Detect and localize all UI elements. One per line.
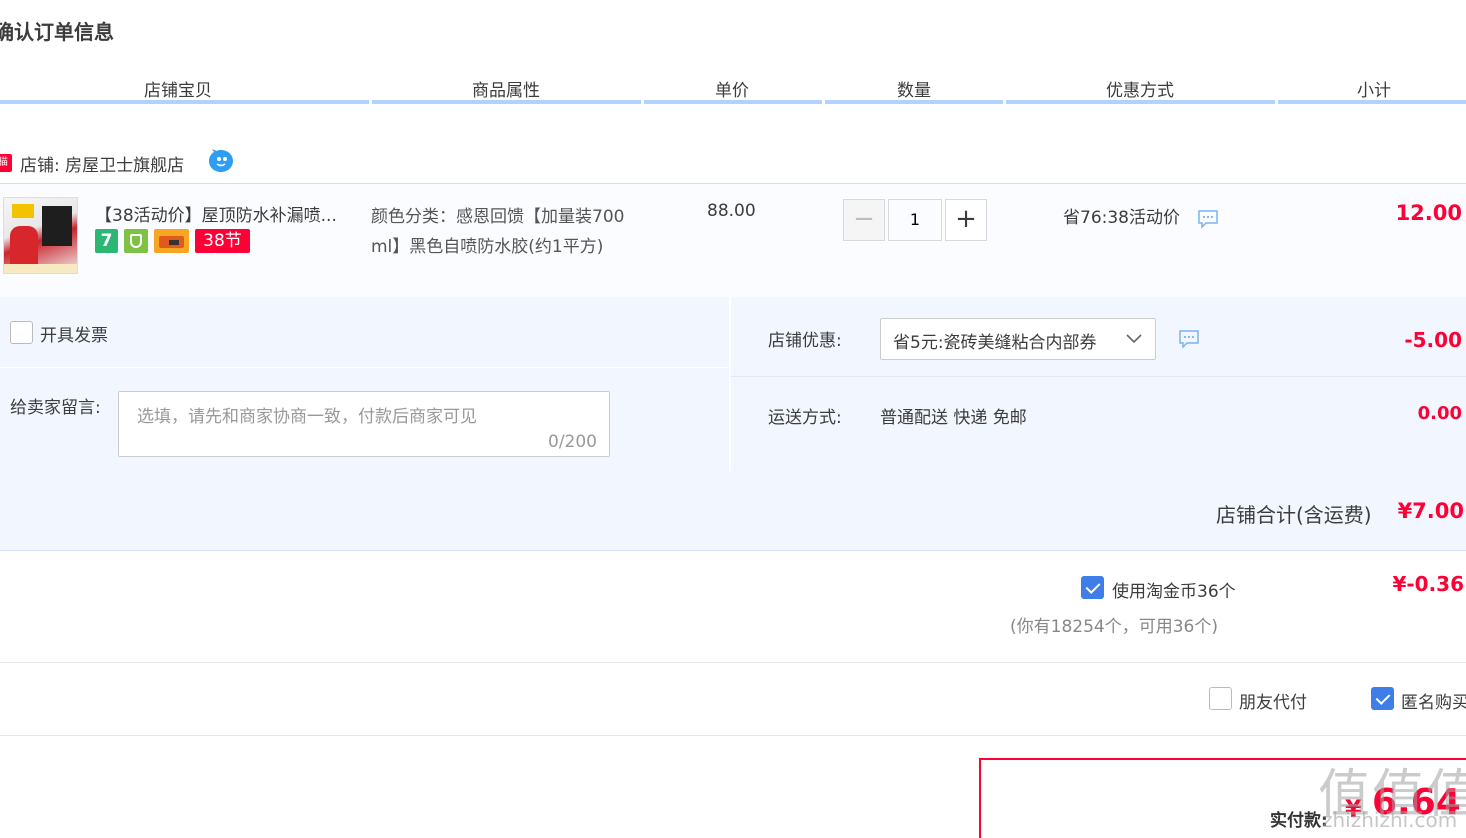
col-header-discount: 优惠方式 [1106,81,1174,101]
col-divider [372,100,641,104]
store-total-amount: ¥7.00 [1397,499,1464,523]
watermark-site: zhizhizhi.com [1322,808,1458,832]
unit-price: 88.00 [707,201,756,221]
quantity-increase-button[interactable]: + [945,199,987,241]
product-attributes: 颜色分类：感恩回馈【加量装700 ml】黑色自喷防水胶(约1平方) [371,202,651,262]
seven-day-return-badge[interactable]: 7 [95,229,118,253]
shop-discount-select[interactable]: 省5元:瓷砖美缝粘合内部券 [880,318,1156,360]
shipping-fee: 0.00 [1417,403,1462,424]
quantity-input[interactable]: 1 [888,199,942,241]
col-header-attributes: 商品属性 [472,81,540,101]
anonymous-label: 匿名购买 [1401,693,1466,713]
wangwang-chat-icon[interactable] [208,148,234,174]
message-label: 给卖家留言: [10,398,101,418]
promo-info-icon[interactable] [1197,209,1219,229]
col-divider [825,100,1003,104]
product-thumbnail[interactable] [3,197,78,274]
invoice-panel [0,297,729,367]
coins-discount-amount: ¥-0.36 [1392,572,1464,596]
col-header-quantity: 数量 [897,81,931,101]
guarantee-badge-icon[interactable] [124,229,148,253]
shipping-method: 普通配送 快递 免邮 [880,408,1027,428]
shop-discount-label: 店铺优惠: [768,331,842,351]
page-title: 确认订单信息 [0,20,114,44]
anonymous-checkbox[interactable] [1371,687,1394,710]
divider [0,662,1466,663]
store-total-label: 店铺合计(含运费) [1216,503,1372,527]
col-header-store-item: 店铺宝贝 [144,81,212,101]
message-textarea[interactable]: 选填，请先和商家协商一致，付款后商家可见 0/200 [118,391,610,457]
credit-card-badge-icon[interactable] [154,229,189,253]
use-coins-label: 使用淘金币36个 [1112,582,1236,602]
col-divider [0,100,369,104]
invoice-checkbox[interactable] [10,321,33,344]
store-name-link[interactable]: 店铺: 房屋卫士旗舰店 [20,151,184,176]
chevron-down-icon [1125,329,1143,347]
attr-line: 颜色分类：感恩回馈【加量装700 [371,207,625,227]
divider [0,735,1466,736]
invoice-label: 开具发票 [40,326,108,346]
divider [731,376,1466,377]
col-header-subtotal: 小计 [1357,81,1391,101]
item-subtotal: 12.00 [1395,201,1462,225]
tmall-icon: 猫 [0,154,12,172]
coins-balance-note: (你有18254个，可用36个) [1010,617,1218,637]
quantity-decrease-button[interactable]: − [843,199,885,241]
message-placeholder: 选填，请先和商家协商一致，付款后商家可见 [137,407,477,427]
festival-38-badge[interactable]: 38节 [195,229,250,253]
product-title-link[interactable]: 【38活动价】屋顶防水补漏喷... [95,201,337,226]
coupon-info-icon[interactable] [1178,329,1200,349]
col-header-unit-price: 单价 [715,81,749,101]
shipping-label: 运送方式: [768,408,842,428]
message-char-count: 0/200 [548,432,597,452]
item-promotion: 省76:38活动价 [1063,208,1180,228]
friend-pay-label: 朋友代付 [1239,693,1307,713]
shop-discount-selected: 省5元:瓷砖美缝粘合内部券 [893,333,1097,353]
quantity-stepper: − 1 + [843,199,988,241]
shop-discount-amount: -5.00 [1404,328,1462,352]
attr-line: ml】黑色自喷防水胶(约1平方) [371,237,604,257]
col-divider [1278,100,1466,104]
col-divider [644,100,822,104]
friend-pay-checkbox[interactable] [1209,687,1232,710]
col-divider [1006,100,1275,104]
use-coins-checkbox[interactable] [1081,576,1104,599]
